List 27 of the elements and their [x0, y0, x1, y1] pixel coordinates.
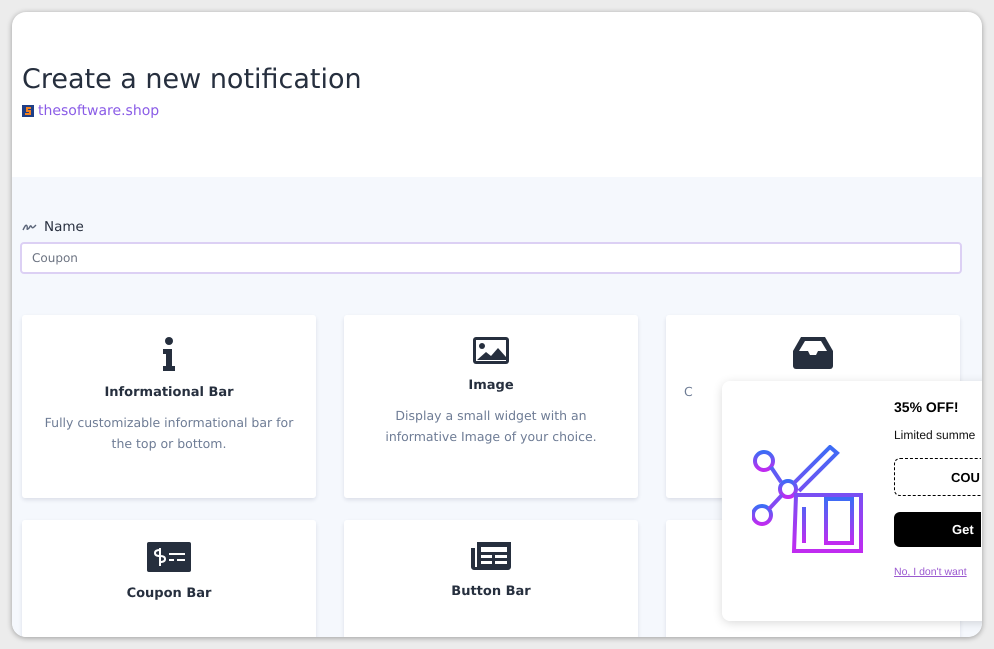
newspaper-icon	[471, 542, 511, 570]
notification-type-card[interactable]: Button Bar	[344, 520, 638, 637]
inbox-tray-icon	[793, 337, 833, 369]
coupon-ticket-icon	[147, 542, 191, 572]
card-title: Coupon Bar	[126, 586, 212, 601]
page-title: Create a new notification	[22, 64, 362, 95]
popup-text: Limited summe	[894, 428, 976, 442]
site-link[interactable]: thesoftware.shop	[22, 103, 160, 119]
notification-type-card[interactable]: Coupon Bar	[22, 520, 316, 637]
image-icon	[473, 337, 509, 364]
name-label: Name	[44, 219, 84, 235]
name-input-field[interactable]: Coupon	[20, 242, 962, 274]
card-title: Button Bar	[451, 584, 531, 599]
decline-link[interactable]: No, I don't want	[894, 566, 967, 578]
get-coupon-button[interactable]: Get	[894, 512, 981, 547]
notification-type-card[interactable]: Informational Bar Fully customizable informational bar for the top or bottom.	[22, 315, 316, 498]
signature-icon	[22, 223, 37, 231]
popup-headline: 35% OFF!	[894, 399, 959, 415]
card-title: Image	[468, 378, 514, 393]
notification-type-card[interactable]: Image Display a small widget with an informative Image of your choice.	[344, 315, 638, 498]
card-description: Fully customizable informational bar for the top or bottom.	[44, 414, 294, 453]
card-title: Informational Bar	[104, 385, 234, 400]
coupon-code: COU	[894, 458, 981, 496]
info-icon	[162, 337, 176, 371]
site-favicon-icon	[22, 105, 34, 117]
card-description: C	[683, 383, 694, 401]
card-description: Display a small widget with an informative Image of your choice.	[384, 407, 598, 446]
